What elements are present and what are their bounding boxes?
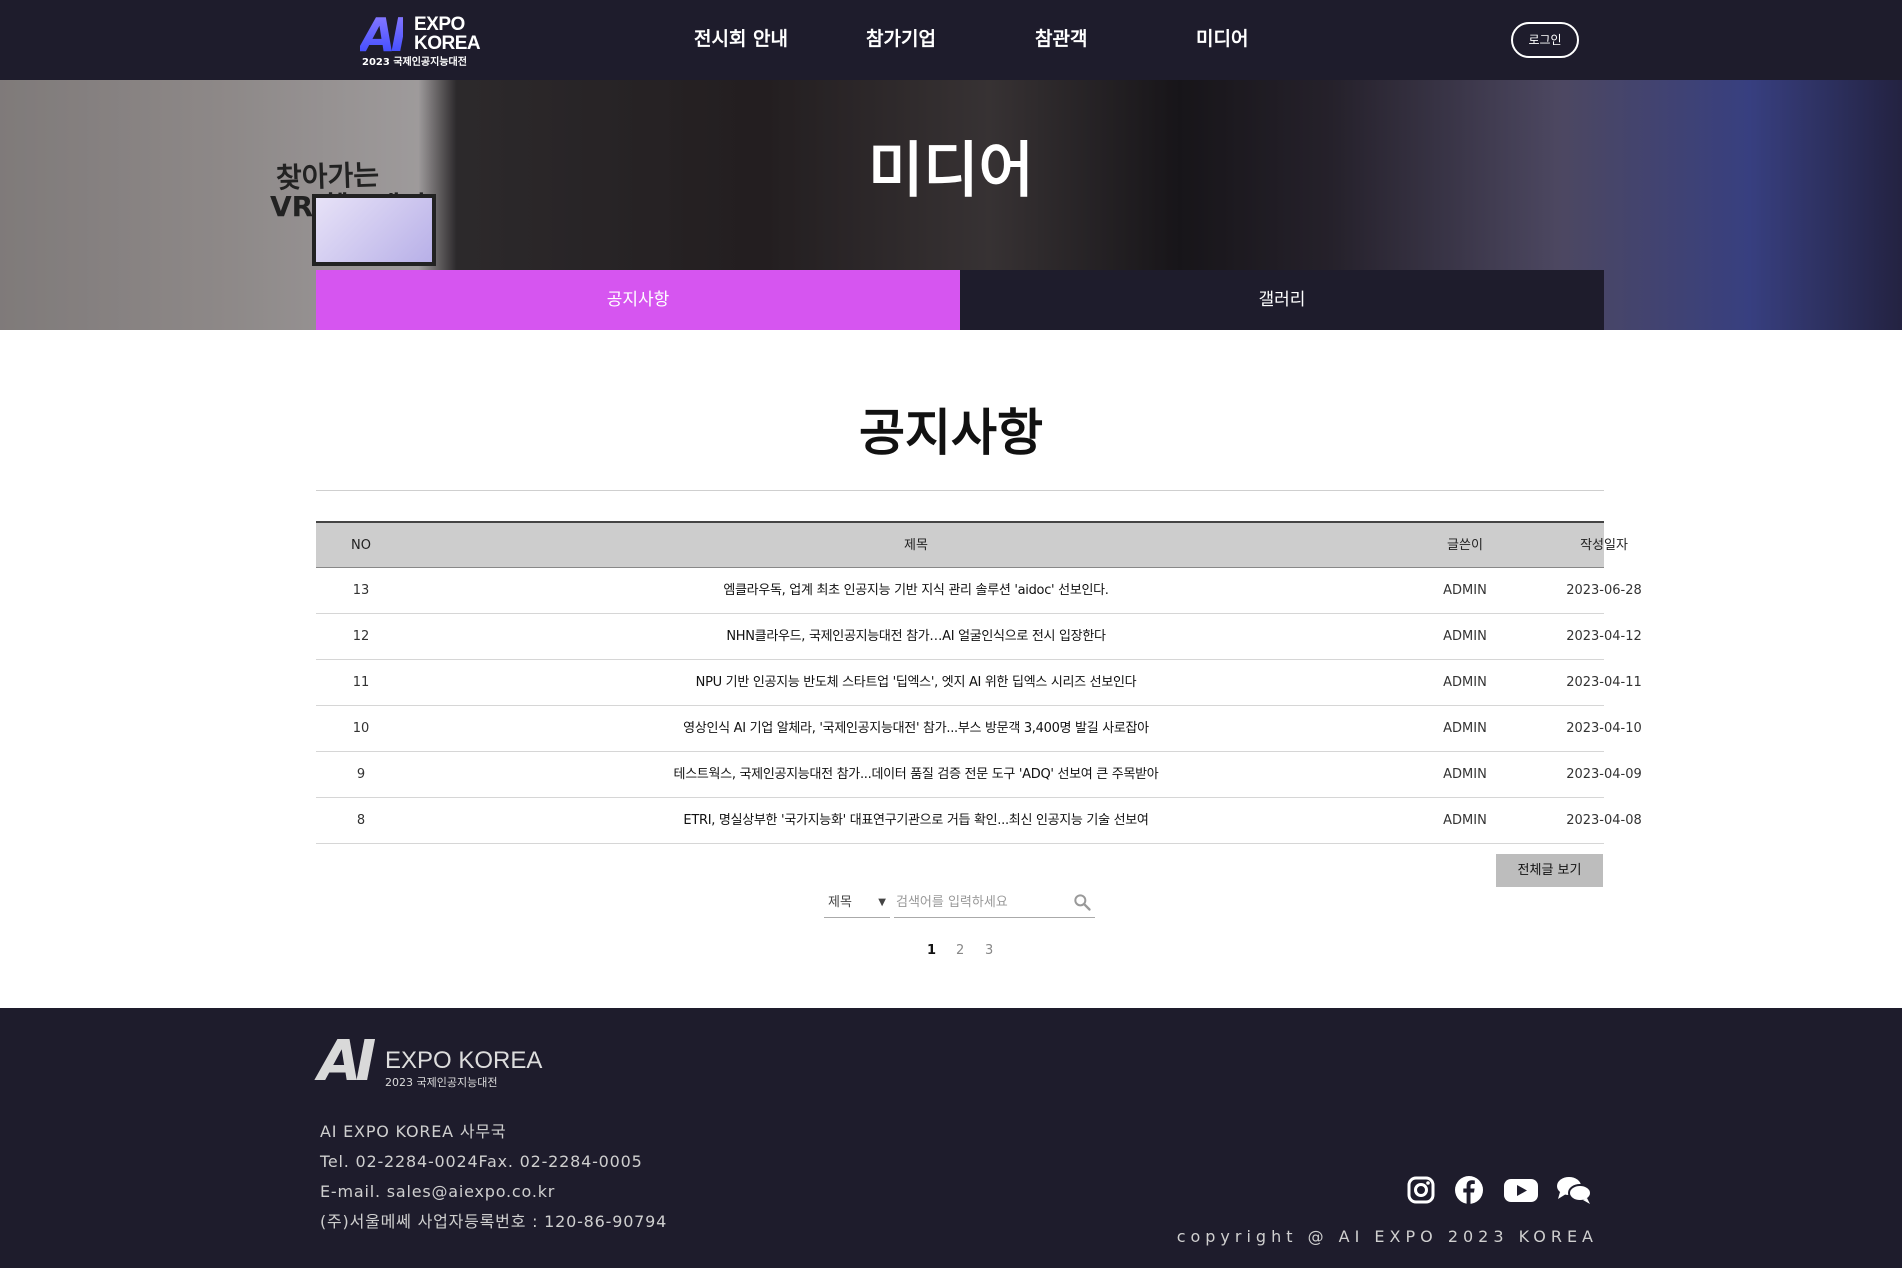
row-title-link[interactable]: NPU 기반 인공지능 반도체 스타트업 '딥엑스', 엣지 AI 위한 딥엑스… [406, 660, 1426, 706]
footer-logo-subtitle: 2023 국제인공지능대전 [385, 1076, 498, 1089]
table-row[interactable]: 9 테스트웍스, 국제인공지능대전 참가...데이터 품질 검증 전문 도구 '… [316, 752, 1642, 798]
table-row[interactable]: 13 엠클라우독, 업계 최초 인공지능 기반 지식 관리 솔루션 'aidoc… [316, 568, 1642, 614]
facebook-icon[interactable] [1452, 1174, 1486, 1206]
footer-tel-fax: Tel. 02-2284-0024Fax. 02-2284-0005 [320, 1152, 643, 1171]
row-no: 9 [356, 767, 366, 782]
column-no: NO [351, 538, 371, 553]
chat-icon[interactable] [1554, 1174, 1594, 1206]
column-date: 작성일자 [1580, 538, 1628, 553]
footer-logo-text: EXPO KOREA [385, 1047, 543, 1074]
row-no: 8 [356, 813, 366, 828]
view-all-button[interactable]: 전체글 보기 [1496, 854, 1603, 887]
page-2[interactable]: 2 [956, 941, 964, 961]
search-icon[interactable] [1072, 892, 1092, 912]
tab-gallery[interactable]: 갤러리 [960, 270, 1604, 330]
table-row[interactable]: 12 NHN클라우드, 국제인공지능대전 참가…AI 얼굴인식으로 전시 입장한… [316, 614, 1642, 660]
row-date: 2023-04-12 [1566, 629, 1642, 644]
nav-exhibition-info[interactable]: 전시회 안내 [694, 26, 788, 52]
row-date: 2023-04-08 [1566, 813, 1642, 828]
row-title-link[interactable]: 엠클라우독, 업계 최초 인공지능 기반 지식 관리 솔루션 'aidoc' 선… [406, 568, 1426, 614]
page-3[interactable]: 3 [985, 941, 993, 961]
row-title-link[interactable]: 테스트웍스, 국제인공지능대전 참가...데이터 품질 검증 전문 도구 'AD… [406, 752, 1426, 798]
footer-logo-ai-mark: AI [318, 1029, 376, 1094]
table-row[interactable]: 8 ETRI, 명실상부한 '국가지능화' 대표연구기관으로 거듭 확인...최… [316, 798, 1642, 844]
row-date: 2023-04-11 [1566, 675, 1642, 690]
tab-notice[interactable]: 공지사항 [316, 270, 960, 330]
footer-office: AI EXPO KOREA 사무국 [320, 1122, 507, 1141]
logo-subtitle: 2023 국제인공지능대전 [362, 57, 467, 68]
nav-exhibitors[interactable]: 참가기업 [866, 26, 936, 52]
row-no: 10 [352, 721, 370, 736]
search-field-select[interactable]: 제목 ▼ [824, 888, 890, 918]
footer-email: E-mail. sales@aiexpo.co.kr [320, 1182, 556, 1201]
row-title-link[interactable]: 영상인식 AI 기업 알체라, '국제인공지능대전' 참가...부스 방문객 3… [406, 706, 1426, 752]
page-title: 공지사항 [859, 404, 1043, 462]
title-divider [316, 490, 1604, 491]
nav-visitors[interactable]: 참관객 [1035, 26, 1087, 52]
chevron-down-icon: ▼ [878, 897, 886, 908]
row-no: 11 [352, 675, 370, 690]
logo-expo-text: EXPO [414, 14, 465, 35]
site-logo[interactable]: AI EXPO KOREA 2023 국제인공지능대전 [360, 8, 481, 70]
table-row[interactable]: 10 영상인식 AI 기업 알체라, '국제인공지능대전' 참가...부스 방문… [316, 706, 1642, 752]
row-no: 13 [352, 583, 370, 598]
login-button[interactable]: 로그인 [1511, 22, 1579, 58]
logo-ai-mark: AI [360, 8, 408, 62]
search-field-value: 제목 [828, 895, 852, 910]
page-1[interactable]: 1 [927, 941, 936, 961]
logo-korea-text: KOREA [414, 33, 481, 54]
row-title-link[interactable]: ETRI, 명실상부한 '국가지능화' 대표연구기관으로 거듭 확인...최신 … [406, 798, 1426, 844]
row-no: 12 [352, 629, 370, 644]
column-title: 제목 [904, 538, 928, 553]
notice-table-header: NO 제목 글쓴이 작성일자 [316, 521, 1628, 568]
footer-logo: AI EXPO KOREA 2023 국제인공지능대전 [318, 1029, 542, 1094]
hero-title: 미디어 [868, 136, 1034, 206]
site-footer: AI EXPO KOREA 2023 국제인공지능대전 AI EXPO KORE… [0, 1008, 1902, 1268]
row-date: 2023-04-09 [1566, 767, 1642, 782]
row-date: 2023-06-28 [1566, 583, 1642, 598]
row-title-link[interactable]: NHN클라우드, 국제인공지능대전 참가…AI 얼굴인식으로 전시 입장한다 [406, 614, 1426, 660]
table-row[interactable]: 11 NPU 기반 인공지능 반도체 스타트업 '딥엑스', 엣지 AI 위한 … [316, 660, 1642, 706]
row-date: 2023-04-10 [1566, 721, 1642, 736]
nav-media[interactable]: 미디어 [1196, 26, 1248, 52]
youtube-icon[interactable] [1502, 1174, 1540, 1206]
instagram-icon[interactable] [1404, 1174, 1438, 1206]
footer-registration: (주)서울메쎄 사업자등록번호 : 120-86-90794 [320, 1212, 668, 1231]
site-header: AI EXPO KOREA 2023 국제인공지능대전 전시회 안내 참가기업 … [0, 0, 1902, 80]
copyright-text: copyright @ AI EXPO 2023 KOREA [1176, 1227, 1598, 1246]
search-input[interactable] [894, 888, 1095, 918]
